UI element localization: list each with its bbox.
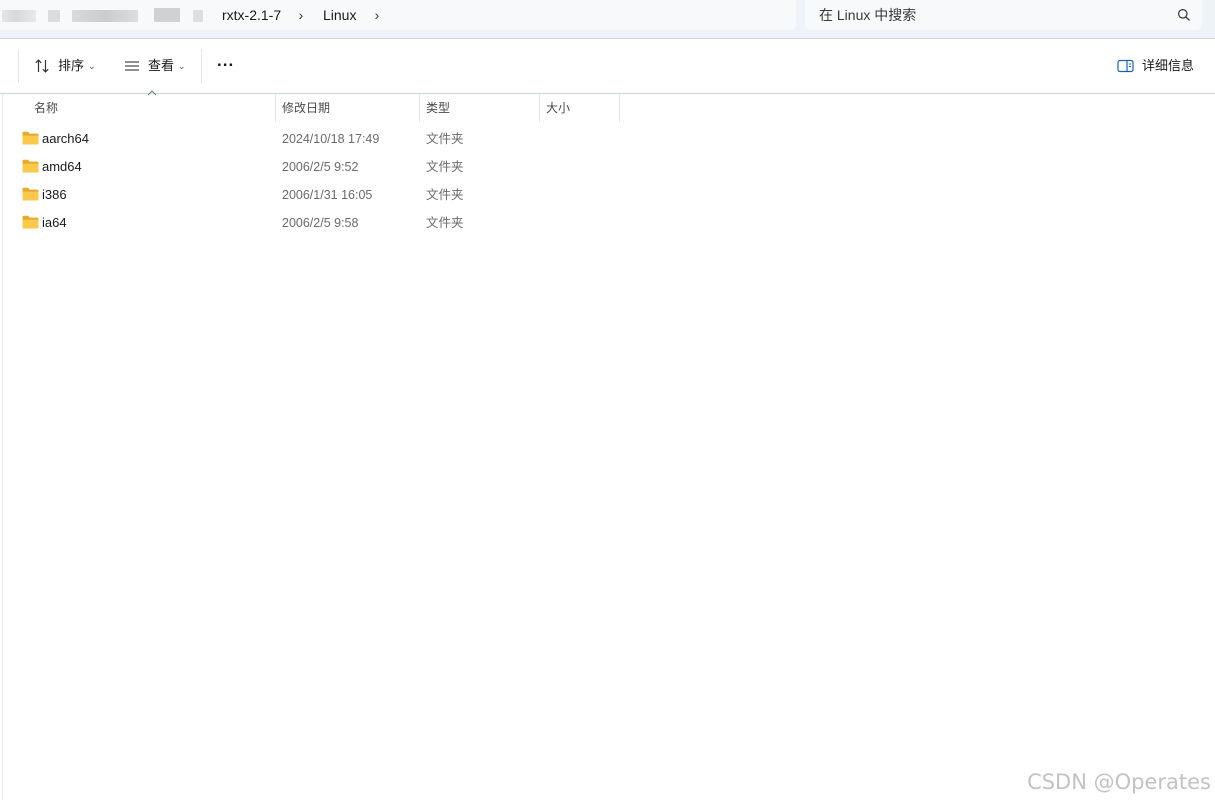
folder-icon — [22, 187, 39, 201]
details-label: 详细信息 — [1142, 58, 1195, 73]
blurred-path-segment — [154, 8, 180, 22]
chevron-down-icon: ⌄ — [88, 61, 96, 71]
breadcrumb-item[interactable]: rxtx-2.1-7 — [222, 0, 281, 30]
table-row[interactable]: amd64 2006/2/5 9:52 文件夹 — [0, 153, 640, 181]
details-pane-icon — [1117, 59, 1134, 73]
blurred-path-segment — [72, 10, 138, 22]
sort-icon — [35, 59, 49, 73]
chevron-down-icon: ⌄ — [178, 61, 186, 71]
command-bar: 排序 ⌄ 查看 ⌄ ... 详细信息 — [0, 39, 1215, 94]
address-bar[interactable]: rxtx-2.1-7 › Linux › — [0, 0, 796, 30]
breadcrumb-item[interactable]: Linux — [323, 0, 356, 30]
blurred-path-segment — [2, 10, 36, 22]
table-row[interactable]: aarch64 2024/10/18 17:49 文件夹 — [0, 125, 640, 153]
file-type: 文件夹 — [426, 216, 464, 230]
watermark: CSDN @Operates — [1027, 770, 1211, 794]
file-date: 2006/2/5 9:58 — [282, 216, 359, 230]
column-divider[interactable] — [619, 94, 620, 122]
folder-icon — [22, 131, 39, 145]
column-header-name[interactable]: 名称 — [34, 94, 58, 122]
chevron-right-icon[interactable]: › — [370, 0, 384, 30]
blurred-path-segment — [48, 10, 60, 22]
file-name[interactable]: i386 — [42, 181, 67, 209]
table-row[interactable]: i386 2006/1/31 16:05 文件夹 — [0, 181, 640, 209]
column-header-date[interactable]: 修改日期 — [282, 94, 330, 122]
more-options-button[interactable]: ... — [212, 51, 240, 81]
column-divider[interactable] — [539, 94, 540, 122]
column-header-type[interactable]: 类型 — [426, 94, 450, 122]
title-bar: rxtx-2.1-7 › Linux › — [0, 0, 1215, 39]
more-options-icon: ... — [217, 51, 235, 70]
sort-ascending-icon — [147, 90, 157, 96]
file-type: 文件夹 — [426, 188, 464, 202]
column-divider[interactable] — [419, 94, 420, 122]
table-row[interactable]: ia64 2006/2/5 9:58 文件夹 — [0, 209, 640, 237]
separator — [18, 49, 19, 83]
file-date: 2006/2/5 9:52 — [282, 160, 359, 174]
view-label: 查看 — [148, 58, 175, 73]
file-date: 2006/1/31 16:05 — [282, 188, 373, 202]
separator — [201, 49, 202, 83]
column-divider[interactable] — [275, 94, 276, 122]
file-date: 2024/10/18 17:49 — [282, 132, 380, 146]
view-list-icon — [125, 61, 139, 71]
sort-label: 排序 — [58, 58, 85, 73]
blurred-path-segment — [193, 10, 203, 22]
folder-icon — [22, 215, 39, 229]
search-box[interactable] — [805, 0, 1202, 30]
file-type: 文件夹 — [426, 160, 464, 174]
file-name[interactable]: aarch64 — [42, 125, 89, 153]
chevron-right-icon[interactable]: › — [294, 0, 308, 30]
details-button[interactable]: 详细信息 — [1116, 51, 1196, 81]
file-type: 文件夹 — [426, 132, 464, 146]
file-name[interactable]: ia64 — [42, 209, 67, 237]
folder-icon — [22, 159, 39, 173]
view-button[interactable]: 查看 ⌄ — [122, 51, 190, 81]
sort-button[interactable]: 排序 ⌄ — [32, 51, 100, 81]
search-input[interactable] — [805, 0, 1165, 30]
file-name[interactable]: amd64 — [42, 153, 82, 181]
column-header-size[interactable]: 大小 — [546, 94, 570, 122]
search-icon[interactable] — [1177, 8, 1191, 22]
